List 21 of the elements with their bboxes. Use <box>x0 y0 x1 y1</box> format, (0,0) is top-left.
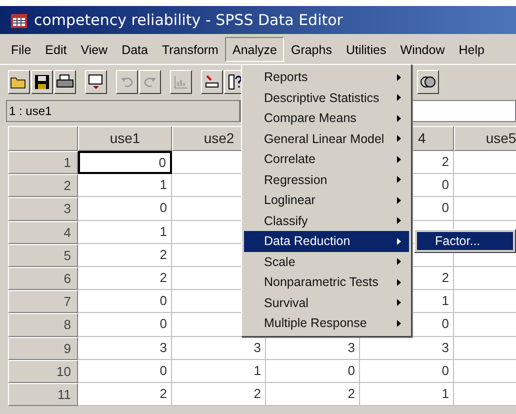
table-cell: 1 <box>172 360 266 383</box>
table-cell: 3 <box>266 336 360 360</box>
table-cell: 2 <box>78 244 172 267</box>
table-cell: 0 <box>78 197 172 221</box>
table-cell: 0 <box>78 151 172 174</box>
table-cell: 3 <box>172 336 266 360</box>
table-cell: 0 <box>266 360 360 383</box>
table-cell: 0 <box>78 290 172 314</box>
table-cell: 0 <box>360 360 454 383</box>
table-cell: 1 <box>78 220 172 244</box>
table-cell: 2 <box>78 382 172 406</box>
table-cell: 1 <box>78 174 172 198</box>
table-cell: 2 <box>78 266 172 290</box>
table-cell: 2 <box>266 382 360 406</box>
table-cell: 1 <box>360 382 454 406</box>
window-title: competency reliability - SPSS Data Editor <box>34 11 343 29</box>
table-cell: 0 <box>78 313 172 336</box>
table-cell: 3 <box>78 336 172 360</box>
table-cell: 2 <box>172 382 266 406</box>
table-cell: 0 <box>78 360 172 383</box>
table-cell: 3 <box>360 336 454 360</box>
